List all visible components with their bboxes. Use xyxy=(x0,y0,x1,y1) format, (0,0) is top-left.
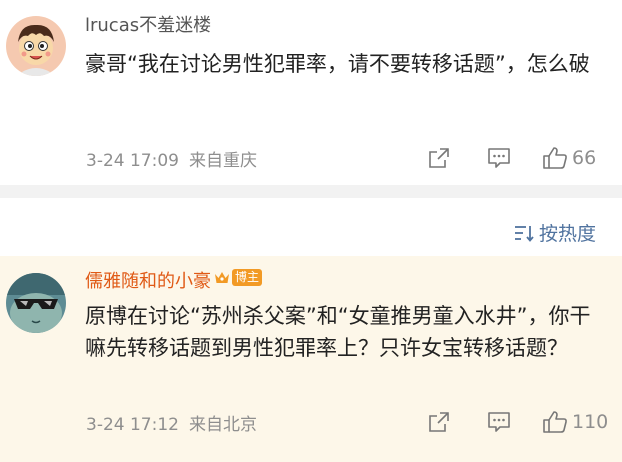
crown-icon xyxy=(215,272,229,283)
reply-button[interactable] xyxy=(487,144,511,172)
comment-item: lrucas不羞迷楼 豪哥“我在讨论男性犯罪率，请不要转移话题”，怎么破 3-2… xyxy=(0,0,622,185)
thumbs-up-icon xyxy=(543,147,567,169)
like-count: 66 xyxy=(572,147,597,169)
share-icon xyxy=(429,148,449,168)
thumbs-up-icon xyxy=(543,411,567,433)
location: 来自北京 xyxy=(188,415,257,435)
sort-icon xyxy=(514,225,534,242)
like-count: 110 xyxy=(572,411,609,433)
username[interactable]: lrucas不羞迷楼 xyxy=(85,14,211,38)
timestamp: 3-24 17:09 xyxy=(86,151,179,171)
sort-button[interactable]: 按热度 xyxy=(513,219,596,246)
location: 来自重庆 xyxy=(188,151,257,171)
section-divider xyxy=(0,185,622,198)
comment-item: 儒雅随和的小豪 博主 原博在讨论“苏州杀父案”和“女童推男童入水井”，你干嘛先转移… xyxy=(0,256,622,462)
sort-bar: 按热度 xyxy=(0,198,622,256)
avatar[interactable] xyxy=(6,16,66,76)
share-button[interactable] xyxy=(428,144,450,172)
sunglasses-avatar xyxy=(6,273,66,333)
like-button[interactable]: 66 xyxy=(542,144,596,172)
comment-text: 豪哥“我在讨论男性犯罪率，请不要转移话题”，怎么破 xyxy=(85,52,590,76)
avatar[interactable] xyxy=(6,273,66,333)
username[interactable]: 儒雅随和的小豪 博主 xyxy=(85,269,263,294)
reply-button[interactable] xyxy=(487,408,511,436)
comment-text: 原博在讨论“苏州杀父案”和“女童推男童入水井”，你干嘛先转移话题到男性犯罪率上？… xyxy=(85,304,591,360)
like-button[interactable]: 110 xyxy=(542,408,608,436)
comment-meta: 3-24 17:12 来自北京 xyxy=(86,410,257,435)
comment-icon xyxy=(488,412,510,432)
timestamp: 3-24 17:12 xyxy=(86,415,179,435)
cartoon-boy-avatar xyxy=(6,16,66,76)
blogger-badge: 博主 xyxy=(213,269,263,287)
comment-icon xyxy=(488,148,510,168)
badge-label: 博主 xyxy=(232,269,263,286)
share-icon xyxy=(429,412,449,432)
share-button[interactable] xyxy=(428,408,450,436)
username-text: 儒雅随和的小豪 xyxy=(85,271,211,292)
sort-label: 按热度 xyxy=(538,223,596,245)
comment-meta: 3-24 17:09 来自重庆 xyxy=(86,146,257,171)
